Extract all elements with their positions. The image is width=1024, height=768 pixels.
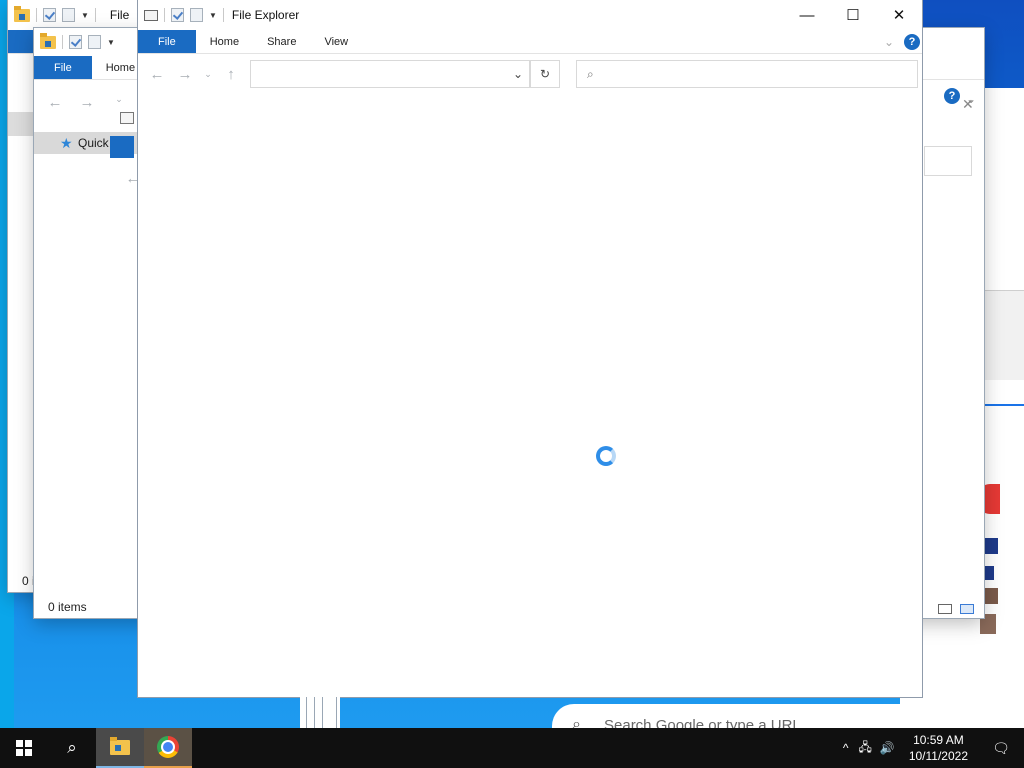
help-icon-container: ? <box>944 88 960 104</box>
clock[interactable]: 10:59 AM 10/11/2022 <box>899 732 978 764</box>
caption-buttons: — ☐ ✕ <box>784 0 922 30</box>
properties-icon[interactable] <box>69 35 82 49</box>
quick-access-toolbar: ▼ <box>144 8 224 22</box>
help-icon[interactable]: ? <box>944 88 960 104</box>
search-icon: ⌕ <box>572 716 581 728</box>
chrome-panel <box>984 290 1024 380</box>
window-title: File Explorer <box>231 8 300 22</box>
details-view-icon[interactable] <box>938 604 952 614</box>
address-bar[interactable]: ⌄ <box>250 60 530 88</box>
taskbar-file-explorer[interactable] <box>96 728 144 768</box>
recent-locations-icon[interactable]: ⌄ <box>110 94 128 111</box>
start-button[interactable] <box>0 728 48 768</box>
explorer-folder-icon <box>14 5 30 22</box>
taskbar-chrome[interactable] <box>144 728 192 768</box>
file-explorer-icon <box>110 736 130 755</box>
system-tray: ^ 🖧 🔊 10:59 AM 10/11/2022 🗨 <box>837 728 1024 768</box>
notification-icon: 🗨 <box>992 739 1010 756</box>
search-box[interactable]: ⌕ <box>576 60 918 88</box>
new-folder-icon[interactable] <box>62 8 75 22</box>
tab-view[interactable]: View <box>310 30 362 53</box>
clock-date: 10/11/2022 <box>908 749 968 763</box>
window-title: File <box>109 8 130 22</box>
forward-arrow-icon[interactable]: → <box>176 66 194 83</box>
explorer-window-main: ▼ File Explorer — ☐ ✕ File Home Share Vi… <box>138 0 922 697</box>
chevron-down-icon[interactable]: ▼ <box>107 38 115 47</box>
refresh-button[interactable]: ↻ <box>530 60 560 88</box>
sidebar-item-quick-access[interactable]: ★ Quick <box>34 132 154 154</box>
up-arrow-icon[interactable]: ↑ <box>222 66 240 83</box>
status-item-count: 0 i <box>22 574 35 588</box>
quick-access-toolbar: ▼ <box>40 32 115 49</box>
back-arrow-icon[interactable]: ← <box>46 94 64 111</box>
network-icon[interactable]: 🖧 <box>854 738 875 759</box>
new-folder-icon[interactable] <box>190 8 203 22</box>
tab-home[interactable]: Home <box>196 30 253 53</box>
loading-spinner-icon <box>596 446 616 466</box>
desktop: ▼ File 0 i ▼ File Home ← → ⌄ ★ Quick ← 0… <box>0 0 1024 728</box>
chevron-down-icon[interactable]: ▼ <box>209 11 217 20</box>
status-item-count: 0 items <box>48 600 87 614</box>
maximize-button[interactable]: ☐ <box>830 0 876 30</box>
close-icon: ✕ <box>962 96 974 112</box>
clock-time: 10:59 AM <box>913 733 964 747</box>
chrome-icon <box>157 736 179 758</box>
recent-locations-icon[interactable]: ⌄ <box>204 69 212 80</box>
taskbar: ⌕ ^ 🖧 🔊 10:59 AM 10/11/2022 🗨 <box>0 728 1024 768</box>
address-dropdown-icon[interactable]: ⌄ <box>507 67 529 81</box>
tab-file[interactable]: File <box>34 56 92 79</box>
refresh-icon: ↻ <box>539 67 551 81</box>
close-button[interactable]: ✕ <box>962 96 982 116</box>
large-icons-view-icon[interactable] <box>960 604 974 614</box>
volume-icon[interactable]: 🔊 <box>876 741 899 755</box>
tab-file[interactable]: File <box>138 30 196 53</box>
title-bar: ▼ File Explorer — ☐ ✕ <box>138 0 922 30</box>
view-toggles <box>938 604 974 614</box>
chrome-accent-line <box>984 404 1024 406</box>
minimize-icon: — <box>799 6 815 24</box>
star-icon: ★ <box>60 134 73 151</box>
search-field[interactable] <box>924 146 972 176</box>
windows-logo-icon <box>16 740 32 756</box>
minimize-button[interactable]: — <box>784 0 830 30</box>
pane-icon <box>144 9 158 21</box>
chevron-down-icon[interactable]: ▼ <box>81 11 89 20</box>
search-icon: ⌕ <box>67 738 77 757</box>
title-bar: ▼ File <box>8 0 138 30</box>
close-icon: ✕ <box>892 7 906 24</box>
forward-arrow-icon[interactable]: → <box>78 94 96 111</box>
navigation-bar: ← → ⌄ ↑ ⌄ ↻ ⌕ <box>138 56 922 92</box>
close-button[interactable]: ✕ <box>876 0 922 30</box>
omnibox-placeholder: Search Google or type a URL <box>604 717 801 728</box>
back-arrow-icon[interactable]: ← <box>148 66 166 83</box>
ribbon-expand-icon[interactable]: ⌄ <box>884 30 904 53</box>
maximize-icon: ☐ <box>846 7 860 24</box>
properties-icon[interactable] <box>171 8 184 22</box>
quick-access-toolbar: ▼ File <box>14 5 130 22</box>
chrome-new-tab-search-box[interactable]: ⌕ Search Google or type a URL <box>552 704 1024 728</box>
action-center-button[interactable]: 🗨 <box>978 728 1024 768</box>
help-icon[interactable]: ? <box>904 33 920 50</box>
pane-icon <box>120 112 134 124</box>
sidebar-item-label: Quick <box>78 136 109 150</box>
properties-icon[interactable] <box>43 8 56 22</box>
search-button[interactable]: ⌕ <box>48 728 96 768</box>
tab-share[interactable]: Share <box>253 30 310 53</box>
tab-file-fragment <box>110 136 134 158</box>
window-stack-edge <box>300 697 340 728</box>
search-icon: ⌕ <box>587 66 594 81</box>
explorer-folder-icon <box>40 32 56 49</box>
show-hidden-icons-icon[interactable]: ^ <box>837 741 855 755</box>
new-folder-icon[interactable] <box>88 35 101 49</box>
ribbon-tabs: File Home Share View ⌄ ? <box>138 30 922 54</box>
